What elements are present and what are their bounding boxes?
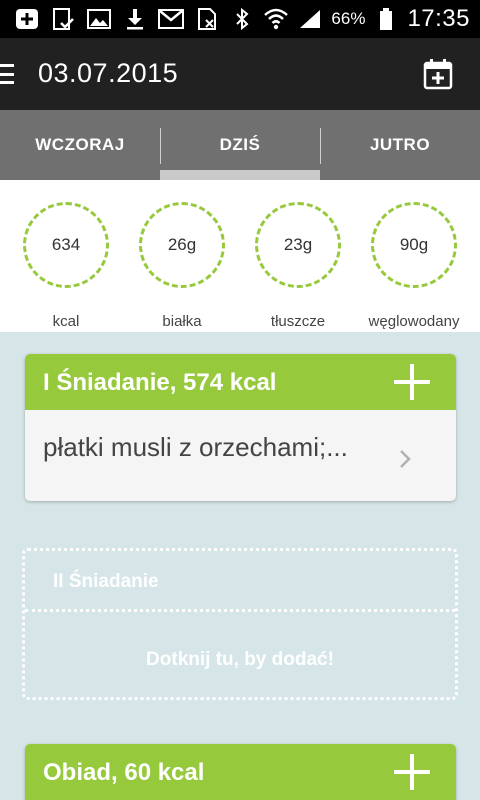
chevron-right-icon — [398, 448, 412, 470]
tab-divider — [160, 128, 161, 164]
stat-kcal: 634 kcal — [11, 202, 121, 330]
meal-title: I Śniadanie, 574 kcal — [43, 369, 277, 396]
stat-fat: 23g tłuszcze — [243, 202, 353, 330]
wifi-icon — [263, 7, 289, 31]
image-icon — [86, 7, 112, 31]
clipboard-check-icon — [50, 7, 76, 31]
stat-label: białka — [162, 313, 202, 330]
meal-items: płatki musli z orzechami;... — [43, 432, 348, 462]
stat-carbs: 90g węglowodany — [359, 202, 469, 330]
clock: 17:35 — [407, 5, 470, 32]
meal-title: Obiad, 60 kcal — [43, 759, 205, 786]
meal-header: Obiad, 60 kcal — [25, 744, 456, 800]
signal-icon — [297, 7, 323, 31]
meal-card-breakfast-2[interactable]: II Śniadanie Dotknij tu, by dodać! — [22, 548, 458, 700]
stat-protein: 26g białka — [127, 202, 237, 330]
stat-value: 634 — [23, 202, 109, 288]
gmail-icon — [158, 7, 184, 31]
stat-value: 26g — [139, 202, 225, 288]
meal-items-row[interactable]: płatki musli z orzechami;... — [25, 410, 456, 501]
battery-icon — [373, 7, 399, 31]
stat-label: kcal — [52, 313, 80, 330]
bluetooth-icon — [229, 7, 255, 31]
add-food-button[interactable] — [394, 364, 430, 400]
status-bar: 66% 17:35 — [0, 0, 480, 38]
meal-card-lunch: Obiad, 60 kcal — [25, 744, 456, 800]
tab-tomorrow[interactable]: JUTRO — [320, 110, 480, 180]
selected-tab-indicator — [160, 170, 320, 180]
tab-yesterday[interactable]: WCZORAJ — [0, 110, 160, 180]
tab-label: WCZORAJ — [35, 135, 125, 154]
menu-icon[interactable] — [0, 64, 14, 84]
stat-value: 90g — [371, 202, 457, 288]
add-food-button[interactable] — [394, 754, 430, 790]
battery-percentage: 66% — [331, 9, 366, 28]
tab-label: DZIŚ — [219, 135, 261, 154]
add-notification-icon — [14, 7, 40, 31]
stat-label: tłuszcze — [270, 313, 326, 330]
calendar-add-icon[interactable] — [422, 58, 454, 90]
tab-label: JUTRO — [369, 135, 431, 154]
meal-header: I Śniadanie, 574 kcal — [25, 354, 456, 410]
divider — [25, 609, 455, 612]
app-bar: 03.07.2015 — [0, 38, 480, 110]
tap-to-add-hint: Dotknij tu, by dodać! — [146, 649, 334, 670]
nutrition-summary: 634 kcal 26g białka 23g tłuszcze 90g węg… — [0, 180, 480, 332]
meal-card-breakfast-1: I Śniadanie, 574 kcal płatki musli z orz… — [25, 354, 456, 501]
stat-label: węglowodany — [368, 313, 460, 330]
tab-divider — [320, 128, 321, 164]
download-icon — [122, 7, 148, 31]
sim-icon — [194, 7, 220, 31]
meal-title: II Śniadanie — [53, 571, 159, 592]
page-title[interactable]: 03.07.2015 — [38, 58, 178, 89]
stat-value: 23g — [255, 202, 341, 288]
